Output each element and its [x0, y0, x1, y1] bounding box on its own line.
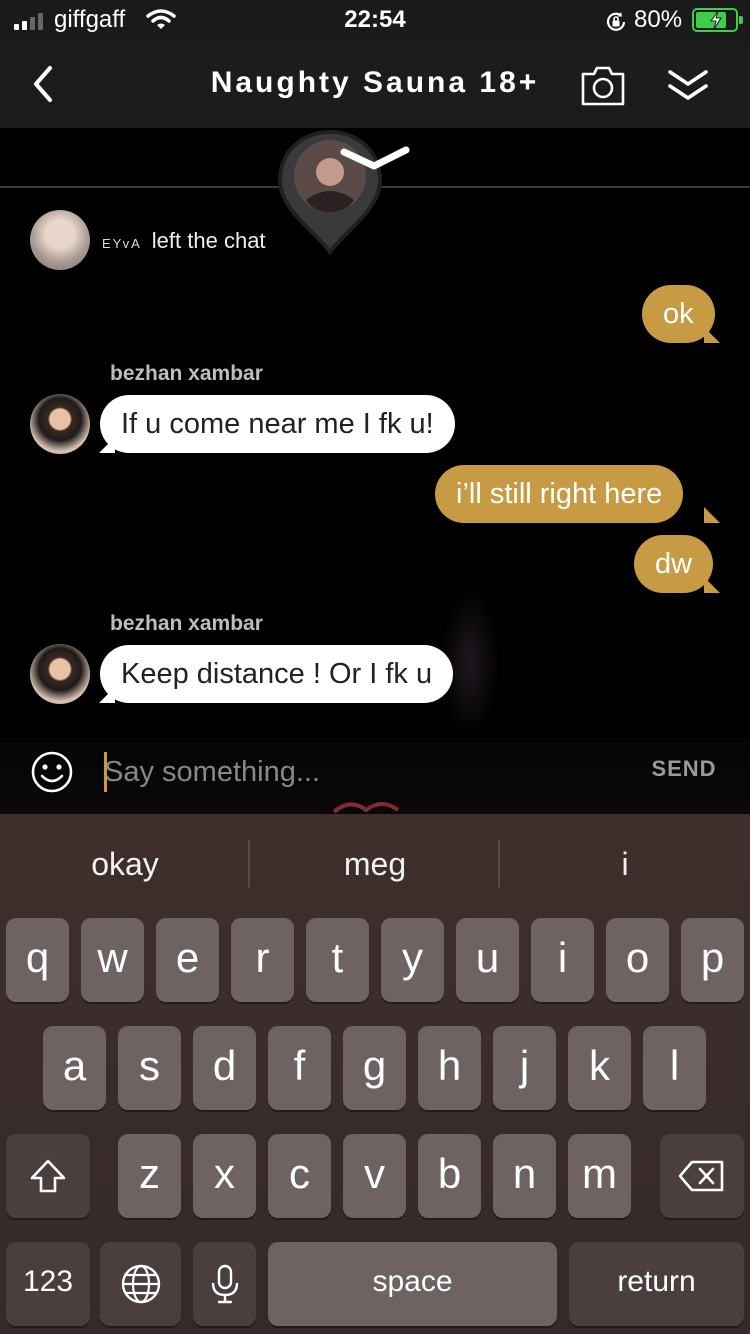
chat-message-list[interactable]: EYvA left the chat ok bezhan xambar If u… — [0, 128, 750, 738]
background-decoration — [332, 802, 400, 814]
keyboard: okay meg i q w e r t y u i o p a s d f g… — [0, 814, 750, 1334]
key-e[interactable]: e — [156, 918, 219, 1002]
chevron-down-icon[interactable] — [338, 144, 412, 172]
key-a[interactable]: a — [43, 1026, 106, 1110]
system-event-text: left the chat — [151, 228, 266, 253]
key-r[interactable]: r — [231, 918, 294, 1002]
key-x[interactable]: x — [193, 1134, 256, 1218]
key-d[interactable]: d — [193, 1026, 256, 1110]
key-v[interactable]: v — [343, 1134, 406, 1218]
sender-name: bezhan xambar — [110, 362, 263, 385]
key-j[interactable]: j — [493, 1026, 556, 1110]
avatar[interactable] — [30, 394, 90, 454]
globe-icon — [121, 1264, 160, 1304]
return-key[interactable]: return — [569, 1242, 744, 1326]
numbers-key[interactable]: 123 — [6, 1242, 90, 1326]
key-f[interactable]: f — [268, 1026, 331, 1110]
incoming-message[interactable]: Keep distance ! Or I fk u — [100, 645, 454, 703]
suggestion-item[interactable]: meg — [250, 846, 500, 883]
collapse-button[interactable] — [664, 64, 712, 106]
sender-name: bezhan xambar — [110, 612, 263, 635]
backspace-icon — [678, 1160, 724, 1192]
camera-button[interactable] — [580, 62, 626, 108]
double-chevron-down-icon — [668, 70, 708, 100]
avatar[interactable] — [30, 210, 90, 270]
key-t[interactable]: t — [306, 918, 369, 1002]
key-g[interactable]: g — [343, 1026, 406, 1110]
delete-key[interactable] — [660, 1134, 744, 1218]
smiley-icon — [31, 751, 73, 793]
camera-icon — [581, 66, 625, 106]
shift-key[interactable] — [6, 1134, 90, 1218]
key-m[interactable]: m — [568, 1134, 631, 1218]
key-o[interactable]: o — [606, 918, 669, 1002]
system-event: EYvA left the chat — [102, 228, 266, 254]
status-bar: giffgaff 22:54 80% — [0, 0, 750, 44]
avatar[interactable] — [30, 644, 90, 704]
text-cursor — [104, 752, 107, 792]
key-w[interactable]: w — [81, 918, 144, 1002]
battery-percentage: 80% — [634, 6, 683, 33]
key-l[interactable]: l — [643, 1026, 706, 1110]
suggestion-item[interactable]: i — [500, 846, 750, 883]
system-event-user: EYvA — [102, 236, 142, 251]
key-n[interactable]: n — [493, 1134, 556, 1218]
key-s[interactable]: s — [118, 1026, 181, 1110]
suggestion-item[interactable]: okay — [0, 846, 250, 883]
battery-icon — [692, 8, 743, 32]
key-c[interactable]: c — [268, 1134, 331, 1218]
outgoing-message[interactable]: dw — [634, 535, 714, 593]
outgoing-message[interactable]: i’ll still right here — [435, 465, 684, 523]
bubble-tail — [704, 507, 720, 523]
key-b[interactable]: b — [418, 1134, 481, 1218]
bubble-tail — [704, 577, 720, 593]
outgoing-message[interactable]: ok — [642, 285, 715, 343]
suggestion-bar: okay meg i — [0, 814, 750, 914]
emoji-button[interactable] — [30, 750, 74, 794]
key-i[interactable]: i — [531, 918, 594, 1002]
message-input[interactable] — [104, 750, 624, 794]
key-p[interactable]: p — [681, 918, 744, 1002]
microphone-key[interactable] — [193, 1242, 256, 1326]
key-y[interactable]: y — [381, 918, 444, 1002]
chat-room-title: Naughty Sauna 18+ — [210, 66, 540, 99]
shift-icon — [30, 1159, 66, 1193]
chat-header: Naughty Sauna 18+ — [0, 44, 750, 128]
key-k[interactable]: k — [568, 1026, 631, 1110]
key-u[interactable]: u — [456, 918, 519, 1002]
chevron-left-icon — [34, 66, 52, 102]
send-button[interactable]: SEND — [634, 756, 734, 782]
back-button[interactable] — [24, 62, 64, 106]
incoming-message[interactable]: If u come near me I fk u! — [100, 395, 455, 453]
key-q[interactable]: q — [6, 918, 69, 1002]
orientation-lock-icon — [604, 10, 628, 39]
key-z[interactable]: z — [118, 1134, 181, 1218]
message-input-bar: SEND — [0, 738, 750, 814]
globe-key[interactable] — [100, 1242, 181, 1326]
key-h[interactable]: h — [418, 1026, 481, 1110]
space-key[interactable]: space — [268, 1242, 557, 1326]
microphone-icon — [211, 1264, 238, 1304]
